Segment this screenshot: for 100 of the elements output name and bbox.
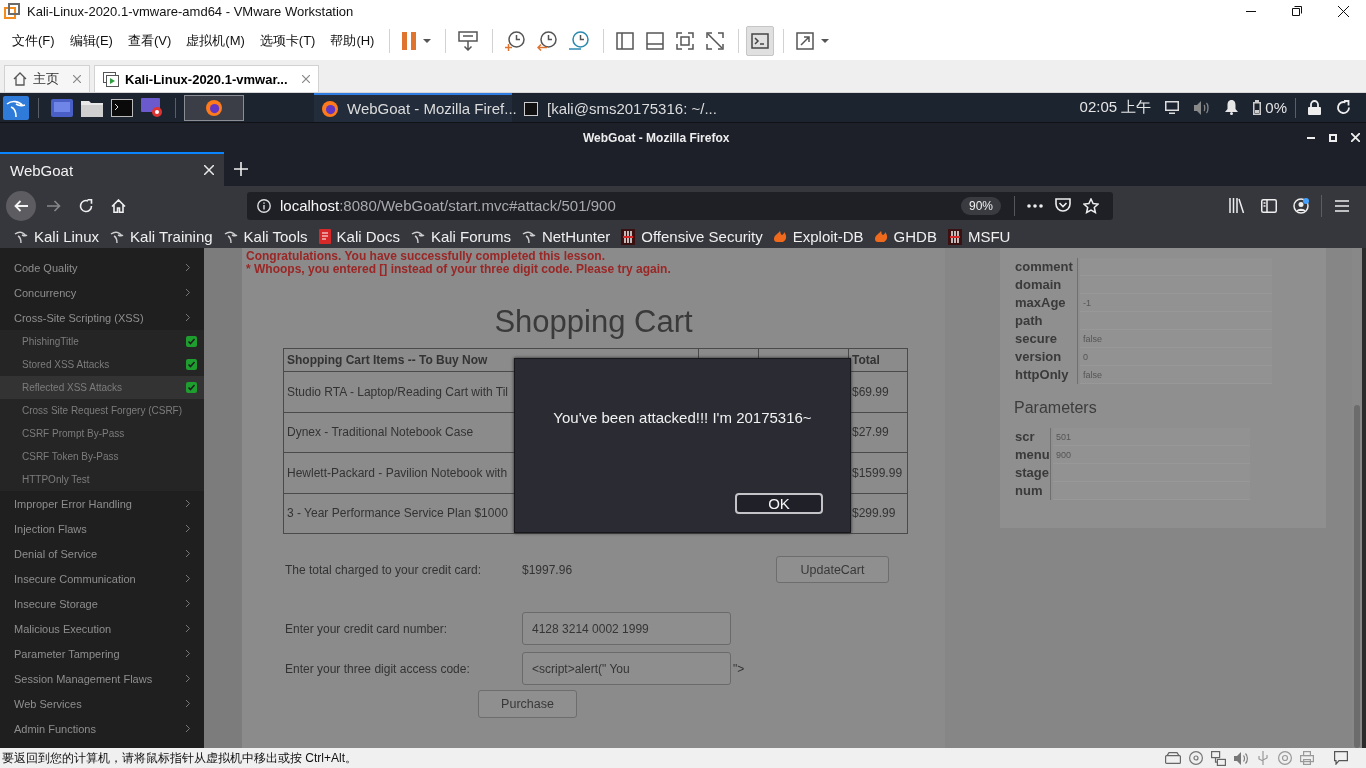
refresh-icon[interactable] bbox=[1336, 100, 1351, 115]
sidebar-lesson[interactable]: CSRF Token By-Pass bbox=[0, 445, 204, 468]
app-logo-icon bbox=[4, 3, 20, 19]
sidebar-category[interactable]: Insecure Storage bbox=[0, 591, 204, 616]
cookie-field-name: path bbox=[1014, 312, 1078, 330]
crossed-window-icon bbox=[706, 32, 725, 50]
battery-icon[interactable] bbox=[1253, 100, 1262, 115]
chevron-icon bbox=[186, 700, 190, 707]
browser-launcher-button[interactable] bbox=[184, 94, 244, 121]
bookmark-item[interactable]: Kali Linux bbox=[14, 226, 100, 247]
status-message: 要返回到您的计算机，请将鼠标指针从虚拟机中移出或按 Ctrl+Alt。 bbox=[2, 749, 357, 767]
chevron-icon bbox=[186, 314, 190, 321]
chevron-icon bbox=[186, 550, 190, 557]
cookie-field-name: httpOnly bbox=[1014, 366, 1078, 384]
bookmark-item[interactable]: Kali Forums bbox=[410, 226, 511, 247]
star-icon bbox=[1083, 197, 1099, 214]
lesson-message: * Whoops, you entered [] instead of your three digit code. Please try again. bbox=[245, 262, 672, 275]
sidebar-category[interactable]: Session Management Flaws bbox=[0, 666, 204, 691]
swoosh-logo-icon bbox=[2, 95, 29, 120]
scrollbar[interactable] bbox=[1352, 248, 1366, 748]
sidebar-lesson[interactable]: HTTPOnly Test bbox=[0, 468, 204, 491]
sidebar-icon bbox=[1261, 198, 1277, 213]
chevron-icon bbox=[186, 264, 190, 271]
menu-item[interactable]: 虚拟机(M) bbox=[179, 28, 252, 54]
taskbar-window-button[interactable]: [kali@sms20175316: ~/... bbox=[516, 93, 714, 122]
cookie-field-name: maxAge bbox=[1014, 294, 1078, 312]
menu-item[interactable]: 选项卡(T) bbox=[252, 28, 323, 54]
disc-icon[interactable] bbox=[1189, 751, 1203, 765]
browser-tab[interactable]: WebGoat bbox=[0, 152, 224, 186]
sidebar-category[interactable]: Cross-Site Scripting (XSS) bbox=[0, 305, 204, 330]
chevron-icon bbox=[186, 650, 190, 657]
bottom-panel-icon bbox=[646, 32, 665, 50]
message-icon[interactable] bbox=[1334, 751, 1348, 765]
sidebar-lesson[interactable]: Cross Site Request Forgery (CSRF) bbox=[0, 399, 204, 422]
ok-button[interactable]: OK bbox=[735, 493, 823, 514]
sidebar-category[interactable]: Admin Functions bbox=[0, 716, 204, 741]
swoosh-icon bbox=[14, 229, 28, 244]
bookmark-item[interactable]: Kali Training bbox=[110, 226, 213, 247]
bookmark-item[interactable]: GHDB bbox=[874, 226, 937, 247]
console-view-button[interactable] bbox=[746, 26, 775, 56]
clock[interactable]: 02:05 上午 bbox=[1079, 98, 1152, 117]
menu-item[interactable]: 查看(V) bbox=[120, 28, 179, 54]
sidebar-category[interactable]: Web Services bbox=[0, 691, 204, 716]
chevron-icon bbox=[186, 575, 190, 582]
page-heading: Shopping Cart bbox=[493, 304, 694, 340]
text-field[interactable]: 4128 3214 0002 1999 bbox=[522, 612, 731, 645]
display-icon[interactable] bbox=[1165, 101, 1180, 114]
sidebar-category[interactable]: Parameter Tampering bbox=[0, 641, 204, 666]
url-text: localhost:8080/WebGoat/start.mvc#attack/501/900 bbox=[280, 197, 616, 214]
menu-item[interactable]: 编辑(E) bbox=[62, 28, 120, 54]
menu-item[interactable]: 文件(F) bbox=[5, 28, 62, 54]
speaker-icon[interactable] bbox=[1234, 751, 1248, 765]
sidebar-category[interactable]: Code Quality bbox=[0, 255, 204, 280]
bookmark-item[interactable]: Kali Tools bbox=[223, 226, 308, 247]
sidebar-lesson[interactable]: CSRF Prompt By-Pass bbox=[0, 422, 204, 445]
purchase-button[interactable]: Purchase bbox=[478, 690, 577, 718]
restore-icon bbox=[1292, 6, 1302, 16]
cookie-field-name: secure bbox=[1014, 330, 1078, 348]
bookmark-item[interactable]: NetHunter bbox=[521, 226, 611, 247]
sidebar-category[interactable]: Injection Flaws bbox=[0, 516, 204, 541]
forward-arrow-icon bbox=[47, 199, 61, 212]
window-title: Kali-Linux-2020.1-vmware-amd64 - VMware Workstation bbox=[27, 3, 354, 19]
back-button[interactable] bbox=[6, 190, 36, 221]
swoosh-icon bbox=[223, 229, 238, 244]
app-menu-button[interactable] bbox=[1, 93, 30, 122]
sidebar-category[interactable]: Concurrency bbox=[0, 280, 204, 305]
window-icon bbox=[524, 101, 538, 116]
close-icon bbox=[204, 165, 214, 175]
account-icon bbox=[1293, 197, 1309, 214]
terminal-icon bbox=[111, 98, 133, 117]
swoosh-icon bbox=[110, 229, 125, 244]
sidebar-lesson[interactable]: Stored XSS Attacks bbox=[0, 353, 204, 376]
network-icon[interactable] bbox=[1211, 750, 1226, 766]
bell-icon[interactable] bbox=[1225, 100, 1239, 115]
vm-tab[interactable]: 主页 bbox=[4, 65, 90, 92]
sidebar-category[interactable]: Improper Error Handling bbox=[0, 491, 204, 516]
volume-icon[interactable] bbox=[1194, 100, 1211, 115]
bookmark-item[interactable]: Exploit-DB bbox=[773, 226, 864, 247]
lock-icon[interactable] bbox=[1308, 100, 1321, 115]
sidebar-category[interactable]: Insecure Communication bbox=[0, 566, 204, 591]
striped-logo-icon bbox=[947, 228, 962, 245]
document-icon bbox=[318, 229, 331, 244]
bookmark-item[interactable]: MSFU bbox=[947, 226, 1011, 247]
menu-item[interactable]: 帮助(H) bbox=[323, 28, 382, 54]
scrollbar-thumb[interactable] bbox=[1354, 405, 1360, 748]
vm-tab[interactable]: Kali-Linux-2020.1-vmwar... bbox=[94, 65, 319, 92]
folder-icon bbox=[81, 98, 103, 117]
update-cart-button[interactable]: UpdateCart bbox=[776, 556, 889, 583]
chevron-icon bbox=[186, 725, 190, 732]
bookmark-item[interactable]: Offensive Security bbox=[621, 226, 763, 247]
bookmark-item[interactable]: Kali Docs bbox=[318, 226, 400, 247]
browser-logo-icon bbox=[322, 100, 338, 117]
sidebar-lesson[interactable]: PhishingTitle bbox=[0, 330, 204, 353]
sidebar-category[interactable]: Denial of Service bbox=[0, 541, 204, 566]
zoom-level-button[interactable]: 90% bbox=[960, 196, 1001, 215]
parameter-name: stage bbox=[1014, 464, 1051, 482]
sidebar-category[interactable]: Malicious Execution bbox=[0, 616, 204, 641]
text-field[interactable]: <script>alert(" You bbox=[522, 652, 731, 685]
maximize-icon bbox=[1329, 133, 1337, 142]
address-bar[interactable]: localhost:8080/WebGoat/start.mvc#attack/501/900 90% bbox=[247, 191, 1113, 220]
